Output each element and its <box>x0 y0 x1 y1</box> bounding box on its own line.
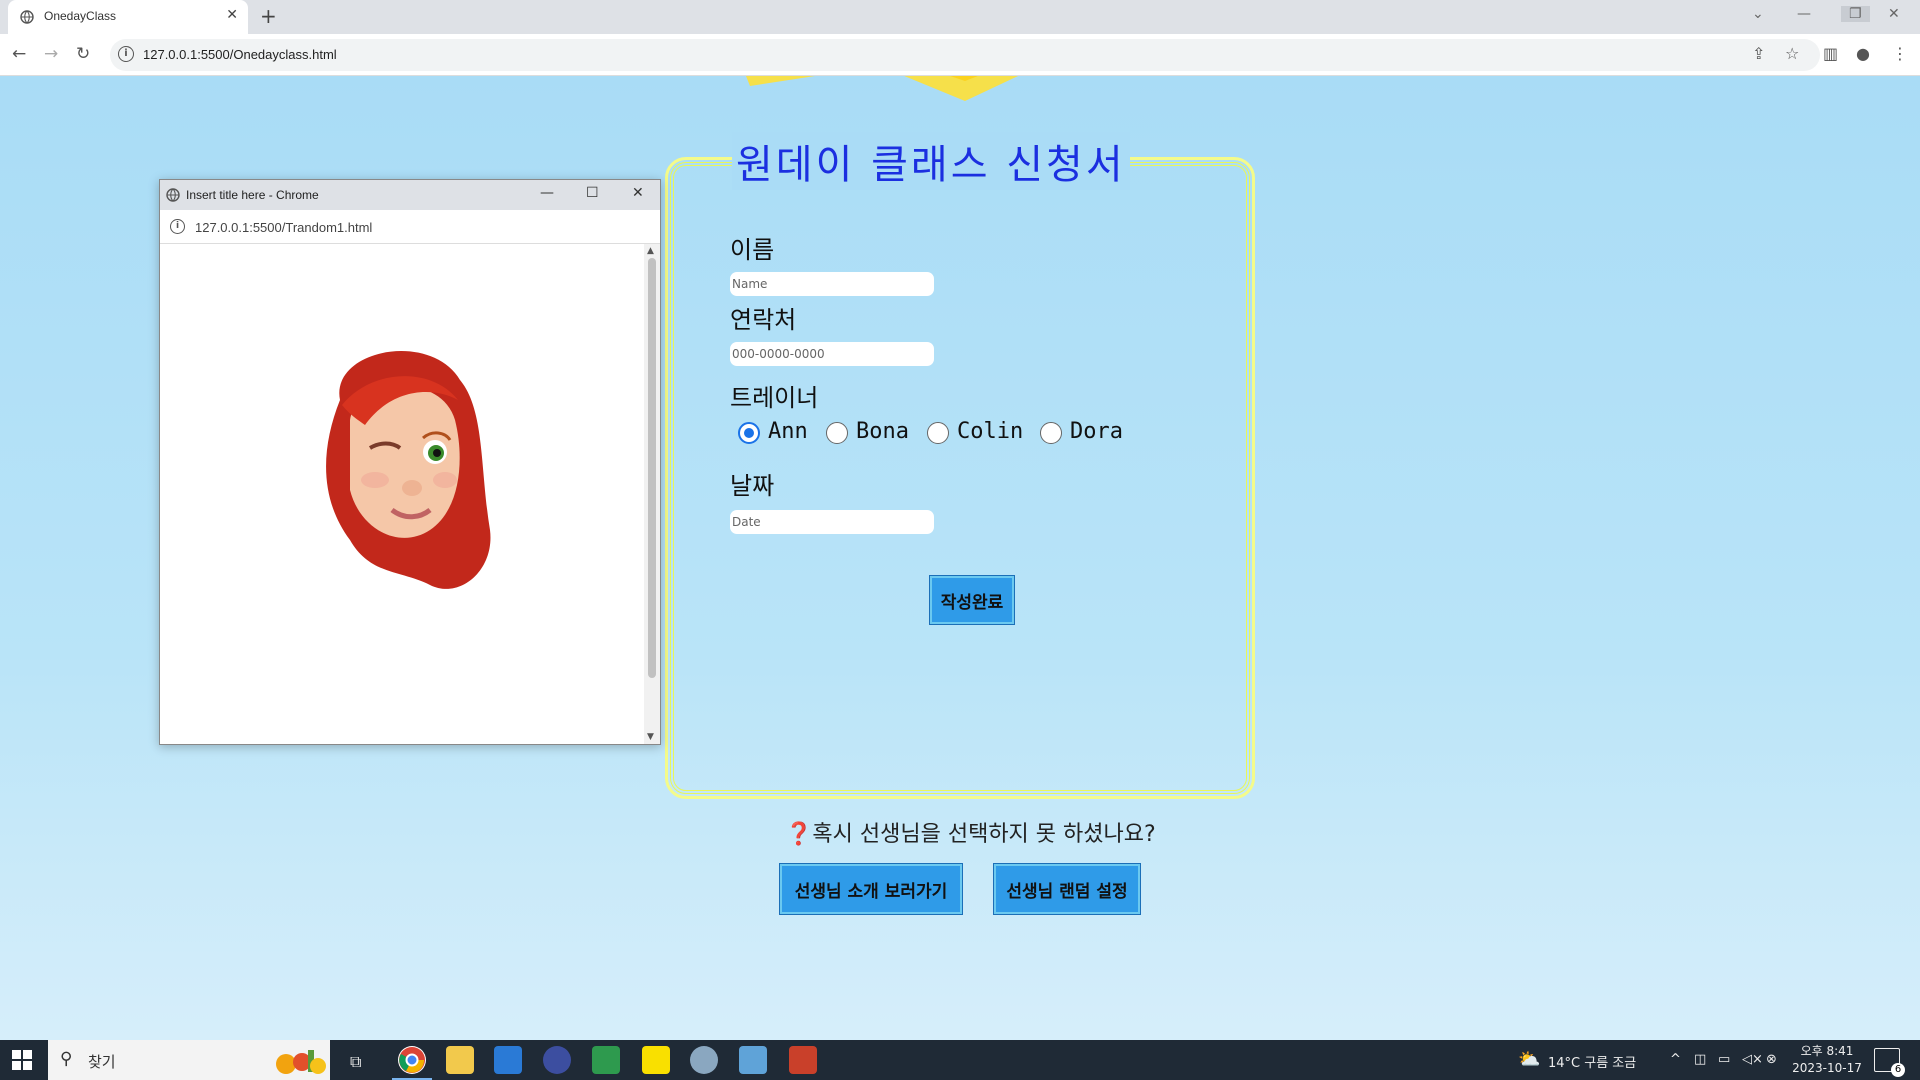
popup-minimize-icon[interactable]: — <box>540 185 554 201</box>
question-label: 혹시 선생님을 선택하지 못 하셨나요? <box>812 822 1156 847</box>
close-window-icon[interactable]: ✕ <box>1888 6 1900 22</box>
share-icon[interactable]: ⇪ <box>1752 44 1765 63</box>
popup-maximize-icon[interactable]: ☐ <box>586 185 599 201</box>
teacher-random-button[interactable]: 선생님 랜덤 설정 <box>993 863 1141 915</box>
radio-label-colin: Colin <box>957 419 1024 444</box>
popup-address-bar[interactable]: i 127.0.0.1:5500/Trandom1.html <box>160 210 660 244</box>
browser-tabbar: OnedayClass ✕ + ⌄ — ❐ ✕ <box>0 0 1920 34</box>
notification-icon[interactable]: 6 <box>1874 1048 1905 1077</box>
media-app-icon[interactable] <box>592 1046 620 1074</box>
name-label: 이름 <box>730 236 775 264</box>
windows-start-icon[interactable] <box>12 1050 32 1070</box>
popup-title: Insert title here - Chrome <box>186 188 319 202</box>
radio-bona[interactable] <box>826 422 848 444</box>
url-text: 127.0.0.1:5500/Onedayclass.html <box>143 47 337 62</box>
minimize-icon[interactable]: — <box>1797 6 1811 22</box>
question-text: ❓혹시 선생님을 선택하지 못 하셨나요? <box>785 816 1156 848</box>
camera-icon[interactable]: ◫ <box>1694 1052 1706 1067</box>
bookmark-star-icon[interactable]: ☆ <box>1785 44 1799 63</box>
restore-icon[interactable]: ❐ <box>1841 6 1870 22</box>
scrollbar-thumb[interactable] <box>648 258 656 678</box>
contact-input[interactable]: 000-0000-0000 <box>730 342 934 366</box>
teacher-intro-button[interactable]: 선생님 소개 보러가기 <box>779 863 963 915</box>
side-panel-icon[interactable]: ▥ <box>1823 44 1838 63</box>
site-info-icon[interactable]: i <box>118 46 134 62</box>
search-highlight-icon <box>276 1050 326 1074</box>
popup-window: Insert title here - Chrome — ☐ ✕ i 127.0… <box>159 179 661 745</box>
paint-app-icon[interactable] <box>690 1046 718 1074</box>
windows-taskbar: ⚲ 찾기 ⧉ ⛅ 14°C 구름 조금 ^ ◫ ▭ ◁× ⊗ 오후 8:41 2… <box>0 1040 1920 1080</box>
submit-button[interactable]: 작성완료 <box>929 575 1015 625</box>
forward-arrow-icon[interactable]: → <box>44 44 58 64</box>
notification-count: 6 <box>1891 1063 1905 1077</box>
date-label: 날짜 <box>730 472 775 500</box>
name-input[interactable]: Name <box>730 272 934 296</box>
reload-icon[interactable]: ↻ <box>76 44 90 64</box>
eclipse-icon[interactable] <box>543 1046 571 1074</box>
vscode-icon[interactable] <box>494 1046 522 1074</box>
profile-icon[interactable]: ● <box>1856 44 1870 63</box>
network-icon[interactable]: ▭ <box>1718 1052 1730 1067</box>
kakaotalk-icon[interactable] <box>642 1046 670 1074</box>
radio-ann[interactable] <box>738 422 760 444</box>
tray-chevron-icon[interactable]: ^ <box>1670 1052 1681 1067</box>
radio-dora[interactable] <box>1040 422 1062 444</box>
powerpoint-icon[interactable] <box>789 1046 817 1074</box>
address-bar[interactable]: i 127.0.0.1:5500/Onedayclass.html <box>110 39 1820 71</box>
radio-label-dora: Dora <box>1070 419 1123 444</box>
new-tab-button[interactable]: + <box>260 4 277 28</box>
clock-date: 2023-10-17 <box>1792 1061 1862 1075</box>
avatar-image <box>326 351 491 589</box>
notepad-icon[interactable] <box>739 1046 767 1074</box>
popup-scrollbar[interactable]: ▲ ▼ <box>644 244 660 744</box>
globe-icon <box>20 10 34 24</box>
task-view-icon[interactable]: ⧉ <box>350 1052 361 1072</box>
close-tab-icon[interactable]: ✕ <box>226 7 238 23</box>
chrome-taskbar-icon[interactable] <box>392 1046 432 1080</box>
taskbar-clock[interactable]: 오후 8:41 2023-10-17 <box>1782 1043 1872 1077</box>
contact-label: 연락처 <box>730 306 797 334</box>
search-icon: ⚲ <box>60 1049 73 1069</box>
sun-decoration <box>746 76 1175 101</box>
tab-search-chevron-icon[interactable]: ⌄ <box>1752 6 1764 22</box>
volume-muted-icon[interactable]: ◁× <box>1742 1052 1763 1067</box>
globe-icon <box>166 188 180 202</box>
site-info-icon[interactable]: i <box>170 219 185 234</box>
taskbar-search-label: 찾기 <box>88 1053 116 1071</box>
date-input[interactable]: Date <box>730 510 934 534</box>
clock-time: 오후 8:41 <box>1800 1044 1854 1058</box>
popup-url-text: 127.0.0.1:5500/Trandom1.html <box>195 220 373 235</box>
weather-text[interactable]: 14°C 구름 조금 <box>1548 1052 1636 1071</box>
status-icon[interactable]: ⊗ <box>1766 1052 1777 1067</box>
radio-label-ann: Ann <box>768 419 808 444</box>
address-toolbar: ← → ↻ i 127.0.0.1:5500/Onedayclass.html … <box>0 34 1920 76</box>
tab-onedayclass[interactable]: OnedayClass ✕ <box>8 0 248 34</box>
menu-kebab-icon[interactable]: ⋮ <box>1892 44 1908 63</box>
page-body: 원데이 클래스 신청서 이름 Name 연락처 000-0000-0000 트레… <box>0 76 1920 1040</box>
weather-icon: ⛅ <box>1518 1049 1541 1070</box>
tab-title: OnedayClass <box>44 9 117 23</box>
back-arrow-icon[interactable]: ← <box>12 44 26 64</box>
question-mark-icon: ❓ <box>785 822 813 847</box>
form-title: 원데이 클래스 신청서 <box>732 132 1130 190</box>
scroll-up-icon[interactable]: ▲ <box>647 246 654 256</box>
file-explorer-icon[interactable] <box>446 1046 474 1074</box>
radio-colin[interactable] <box>927 422 949 444</box>
trainer-label: 트레이너 <box>730 384 819 412</box>
radio-label-bona: Bona <box>856 419 909 444</box>
scroll-down-icon[interactable]: ▼ <box>647 732 654 742</box>
popup-close-icon[interactable]: ✕ <box>632 185 644 201</box>
popup-titlebar[interactable]: Insert title here - Chrome — ☐ ✕ <box>160 180 660 210</box>
taskbar-search[interactable]: ⚲ 찾기 <box>48 1040 330 1080</box>
